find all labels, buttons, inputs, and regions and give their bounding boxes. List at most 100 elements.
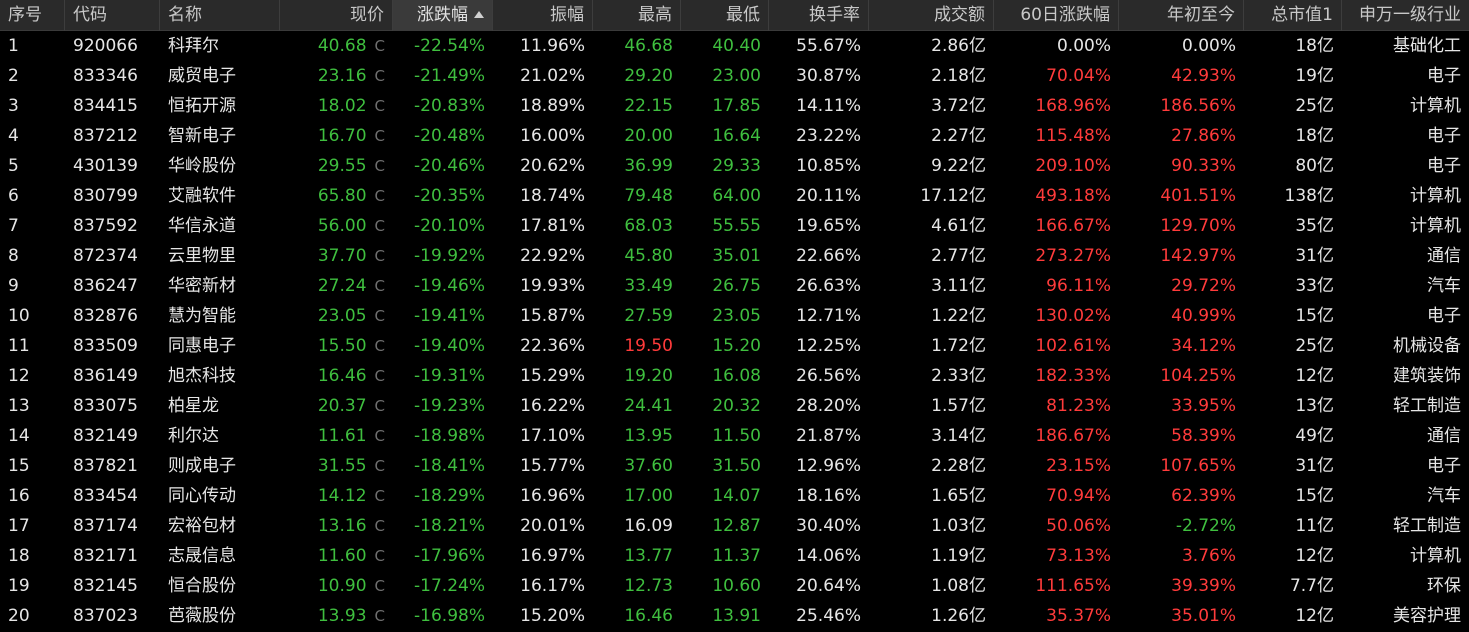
stock-code: 832876: [73, 306, 138, 326]
industry: 电子: [1427, 456, 1461, 476]
table-row[interactable]: 7 837592 华信永道 56.00 C -20.10% 17.81% 68.03 55.55…: [0, 211, 1469, 241]
current-price: 11.61 C: [280, 421, 393, 451]
table-row[interactable]: 11 833509 同惠电子 15.50 C -19.40% 22.36% 19.50 15.2…: [0, 331, 1469, 361]
change-60d: 35.37%: [1046, 606, 1111, 626]
stock-code: 830799: [73, 186, 138, 206]
column-header-industry[interactable]: 申万一级行业: [1342, 0, 1469, 31]
column-header-name[interactable]: 名称: [160, 0, 280, 31]
market-cap: 15亿: [1295, 486, 1334, 506]
column-header-code[interactable]: 代码: [65, 0, 160, 31]
industry: 电子: [1427, 306, 1461, 326]
turnover-rate: 18.16%: [796, 486, 861, 506]
low-price: 23.05: [712, 306, 761, 326]
stock-code: 833346: [73, 66, 138, 86]
change-60d: 111.65%: [1035, 576, 1111, 596]
price-flag: C: [374, 67, 385, 85]
price-flag: C: [374, 217, 385, 235]
market-cap: 7.7亿: [1289, 576, 1334, 596]
stock-name: 志晟信息: [168, 546, 236, 566]
ytd-change: 33.95%: [1171, 396, 1236, 416]
table-row[interactable]: 3 834415 恒拓开源 18.02 C -20.83% 18.89% 22.15 17.85…: [0, 91, 1469, 121]
change-60d: 166.67%: [1035, 216, 1111, 236]
market-cap: 13亿: [1295, 396, 1334, 416]
ytd-change: 42.93%: [1171, 66, 1236, 86]
column-header-high[interactable]: 最高: [593, 0, 681, 31]
table-row[interactable]: 20 837023 芭薇股份 13.93 C -16.98% 15.20% 16.46 13.9…: [0, 601, 1469, 631]
stock-code: 832145: [73, 576, 138, 596]
column-header-low[interactable]: 最低: [681, 0, 769, 31]
price-flag: C: [374, 337, 385, 355]
row-index: 5: [8, 156, 19, 176]
column-header-volume[interactable]: 成交额: [869, 0, 994, 31]
column-header-change-pct[interactable]: 涨跌幅: [393, 0, 493, 31]
current-price: 27.24 C: [280, 271, 393, 301]
trade-volume: 4.61亿: [931, 216, 986, 236]
change-60d: 115.48%: [1035, 126, 1111, 146]
change-pct: -20.46%: [414, 156, 485, 176]
amplitude: 22.36%: [520, 336, 585, 356]
high-price: 45.80: [624, 246, 673, 266]
column-header-ytd[interactable]: 年初至今: [1119, 0, 1244, 31]
ytd-change: 107.65%: [1160, 456, 1236, 476]
market-cap: 15亿: [1295, 306, 1334, 326]
column-header-index[interactable]: 序号: [0, 0, 65, 31]
change-pct: -20.10%: [414, 216, 485, 236]
price-value: 29.55: [317, 156, 367, 176]
industry: 计算机: [1410, 186, 1461, 206]
change-pct: -19.41%: [414, 306, 485, 326]
table-row[interactable]: 12 836149 旭杰科技 16.46 C -19.31% 15.29% 19.20 16.0…: [0, 361, 1469, 391]
table-row[interactable]: 6 830799 艾融软件 65.80 C -20.35% 18.74% 79.48 64.00…: [0, 181, 1469, 211]
industry: 基础化工: [1393, 36, 1461, 56]
row-index: 19: [8, 576, 30, 596]
market-cap: 12亿: [1295, 546, 1334, 566]
price-flag: C: [374, 457, 385, 475]
amplitude: 15.20%: [520, 606, 585, 626]
current-price: 29.55 C: [280, 151, 393, 181]
amplitude: 16.97%: [520, 546, 585, 566]
table-row[interactable]: 2 833346 威贸电子 23.16 C -21.49% 21.02% 29.20 23.00…: [0, 61, 1469, 91]
stock-name: 云里物里: [168, 246, 236, 266]
price-value: 23.05: [317, 306, 367, 326]
amplitude: 11.96%: [520, 36, 585, 56]
trade-volume: 1.26亿: [931, 606, 986, 626]
table-row[interactable]: 8 872374 云里物里 37.70 C -19.92% 22.92% 45.80 35.01…: [0, 241, 1469, 271]
column-header-price[interactable]: 现价: [280, 0, 393, 31]
market-cap: 19亿: [1295, 66, 1334, 86]
column-header-amplitude[interactable]: 振幅: [493, 0, 593, 31]
table-row[interactable]: 1 920066 科拜尔 40.68 C -22.54% 11.96% 46.68 40.40 5…: [0, 31, 1469, 61]
table-row[interactable]: 19 832145 恒合股份 10.90 C -17.24% 16.17% 12.73 10.6…: [0, 571, 1469, 601]
turnover-rate: 14.06%: [796, 546, 861, 566]
price-flag: C: [374, 397, 385, 415]
industry: 电子: [1427, 126, 1461, 146]
table-row[interactable]: 5 430139 华岭股份 29.55 C -20.46% 20.62% 36.99 29.33…: [0, 151, 1469, 181]
current-price: 56.00 C: [280, 211, 393, 241]
stock-name: 威贸电子: [168, 66, 236, 86]
table-row[interactable]: 10 832876 慧为智能 23.05 C -19.41% 15.87% 27.59 23.0…: [0, 301, 1469, 331]
column-header-60d-change[interactable]: 60日涨跌幅: [994, 0, 1119, 31]
table-row[interactable]: 15 837821 则成电子 31.55 C -18.41% 15.77% 37.60 31.5…: [0, 451, 1469, 481]
table-row[interactable]: 17 837174 宏裕包材 13.16 C -18.21% 20.01% 16.09 12.8…: [0, 511, 1469, 541]
stock-code: 833509: [73, 336, 138, 356]
table-row[interactable]: 13 833075 柏星龙 20.37 C -19.23% 16.22% 24.41 20.32…: [0, 391, 1469, 421]
table-row[interactable]: 9 836247 华密新材 27.24 C -19.46% 19.93% 33.49 26.75…: [0, 271, 1469, 301]
price-value: 56.00: [317, 216, 367, 236]
industry: 计算机: [1410, 96, 1461, 116]
change-pct: -21.49%: [414, 66, 485, 86]
table-row[interactable]: 18 832171 志晟信息 11.60 C -17.96% 16.97% 13.77 11.3…: [0, 541, 1469, 571]
price-flag: C: [374, 367, 385, 385]
row-index: 10: [8, 306, 30, 326]
column-header-turnover[interactable]: 换手率: [769, 0, 869, 31]
table-row[interactable]: 4 837212 智新电子 16.70 C -20.48% 16.00% 20.00 16.64…: [0, 121, 1469, 151]
amplitude: 22.92%: [520, 246, 585, 266]
low-price: 31.50: [712, 456, 761, 476]
column-header-market-cap[interactable]: 总市值1: [1244, 0, 1342, 31]
table-row[interactable]: 14 832149 利尔达 11.61 C -18.98% 17.10% 13.95 11.50…: [0, 421, 1469, 451]
price-flag: C: [374, 97, 385, 115]
table-row[interactable]: 16 833454 同心传动 14.12 C -18.29% 16.96% 17.00 14.0…: [0, 481, 1469, 511]
turnover-rate: 30.87%: [796, 66, 861, 86]
industry: 建筑装饰: [1393, 366, 1461, 386]
stock-code: 833454: [73, 486, 138, 506]
industry: 美容护理: [1393, 606, 1461, 626]
turnover-rate: 23.22%: [796, 126, 861, 146]
low-price: 64.00: [712, 186, 761, 206]
